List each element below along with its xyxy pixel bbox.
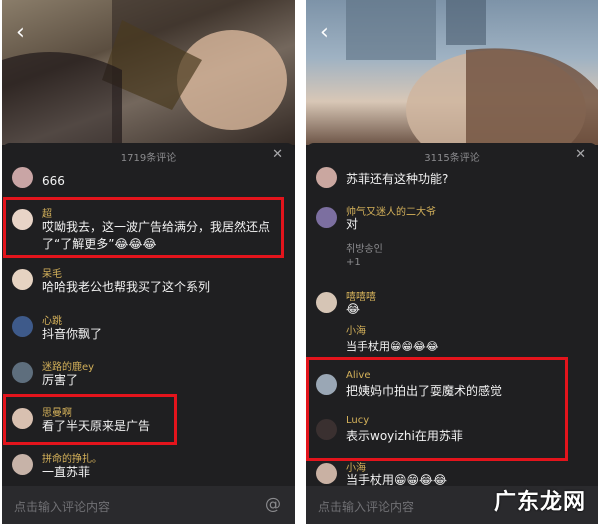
- avatar[interactable]: [316, 463, 337, 484]
- reply-text: +1: [346, 257, 361, 268]
- avatar[interactable]: [316, 207, 337, 228]
- close-icon[interactable]: ✕: [272, 147, 283, 162]
- comment-input[interactable]: 点击输入评论内容: [14, 498, 110, 515]
- reply-username[interactable]: 취방송인: [346, 240, 383, 255]
- video-background: ‹: [306, 0, 598, 145]
- avatar[interactable]: [12, 454, 33, 475]
- comment-text: 😂: [346, 302, 361, 316]
- comment-username[interactable]: 拼命的挣扎。: [42, 450, 102, 465]
- comment-text: 对: [346, 217, 359, 231]
- video-frame-image: [2, 0, 295, 145]
- comment-username[interactable]: 迷路的鹿ey: [42, 358, 94, 373]
- avatar[interactable]: [316, 167, 337, 188]
- back-chevron-icon[interactable]: ‹: [16, 22, 25, 44]
- highlight-box: [3, 197, 284, 258]
- comment-text: 厉害了: [42, 373, 79, 387]
- reply-username[interactable]: 小海: [346, 322, 366, 337]
- video-frame-image: [346, 0, 598, 145]
- avatar[interactable]: [12, 167, 33, 188]
- highlight-box: [3, 394, 177, 445]
- comment-text: 抖音你飘了: [42, 327, 103, 341]
- mention-at-icon[interactable]: @: [265, 494, 281, 513]
- comment-count: 1719条评论: [120, 153, 177, 164]
- back-chevron-icon[interactable]: ‹: [320, 22, 329, 44]
- comment-sheet: 3115条评论 ✕ 苏菲还有这种功能? 帅气又迷人的二大爷 对 취방송인 +1 …: [306, 143, 598, 524]
- comment-username[interactable]: 心跳: [42, 312, 62, 327]
- avatar[interactable]: [12, 362, 33, 383]
- close-icon[interactable]: ✕: [575, 147, 586, 162]
- avatar[interactable]: [316, 292, 337, 313]
- comment-text: 666: [42, 174, 65, 188]
- comment-username[interactable]: 呆毛: [42, 265, 62, 280]
- avatar[interactable]: [12, 316, 33, 337]
- comment-text: 哈哈我老公也帮我买了这个系列: [42, 280, 211, 294]
- comment-count: 3115条评论: [424, 153, 480, 164]
- avatar[interactable]: [12, 269, 33, 290]
- comment-input[interactable]: 点击输入评论内容: [318, 498, 414, 515]
- comment-text: 一直苏菲: [42, 465, 91, 479]
- left-screenshot: ‹ 1719条评论 ✕ 666 超 哎呦我去，这一波广告给满分，我居然还点了“了…: [2, 0, 295, 524]
- highlight-box: [306, 357, 568, 461]
- reply-text: 当手杖用😁😁😂😂: [346, 340, 439, 353]
- watermark: 广东龙网: [493, 490, 586, 515]
- comment-text: 苏菲还有这种功能?: [346, 172, 449, 186]
- video-background: ‹: [2, 0, 295, 145]
- comment-input-bar[interactable]: 点击输入评论内容 @: [2, 486, 295, 524]
